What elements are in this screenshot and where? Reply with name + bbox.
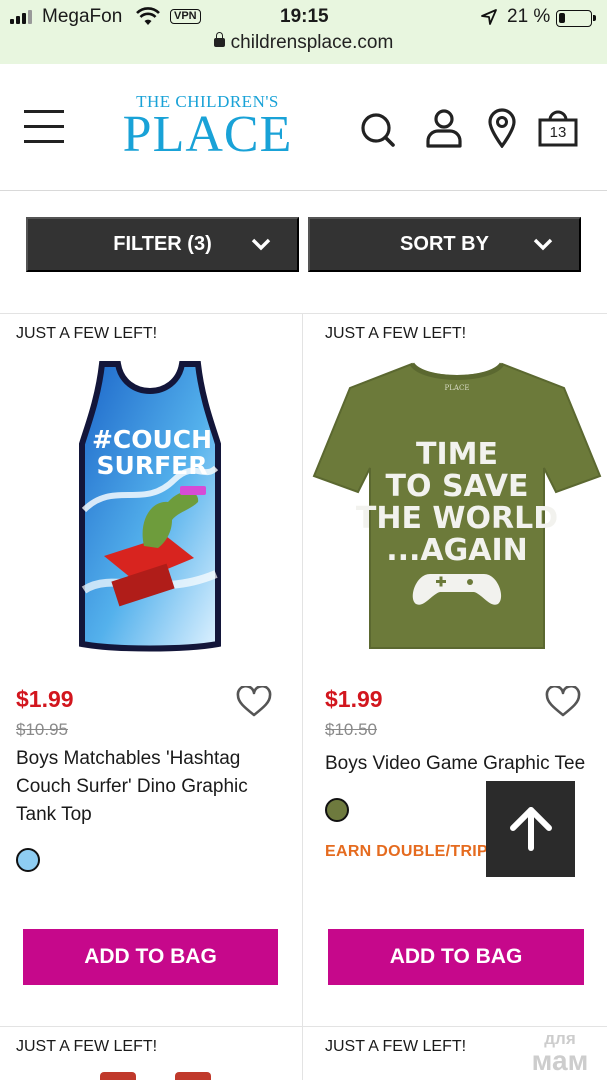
sale-price: $1.99: [16, 686, 74, 712]
color-swatch[interactable]: [16, 848, 40, 872]
image-text: TIME: [416, 437, 498, 472]
video-game-tee-image[interactable]: PLACE TIME TO SAVE THE WORLD ...AGAIN: [312, 358, 602, 654]
wifi-icon: [136, 7, 160, 25]
lock-icon: [213, 32, 225, 47]
grid-divider: [302, 313, 303, 1080]
image-text: THE WORLD: [356, 501, 558, 536]
next-product-image[interactable]: [175, 1072, 211, 1080]
store-locator-icon[interactable]: [486, 108, 518, 148]
search-icon[interactable]: [360, 108, 396, 148]
filter-button[interactable]: FILTER (3): [26, 217, 299, 272]
site-header: THE CHILDREN'S PLACE 13: [0, 64, 607, 191]
sort-label: SORT BY: [400, 233, 489, 255]
heart-icon[interactable]: [236, 686, 272, 718]
status-bar: MegaFon VPN 19:15 21 % childrensplace.co…: [0, 0, 607, 64]
image-text: ...AGAIN: [386, 533, 528, 568]
stock-tag: JUST A FEW LEFT!: [325, 325, 467, 342]
cellular-signal-icon: [10, 10, 32, 24]
stock-tag: JUST A FEW LEFT!: [16, 325, 158, 342]
stock-tag: JUST A FEW LEFT!: [325, 1038, 467, 1055]
heart-icon[interactable]: [545, 686, 581, 718]
image-text: #COUCH: [92, 425, 212, 454]
scroll-to-top-button[interactable]: [486, 781, 575, 877]
logo-main-text: PLACE: [122, 106, 293, 163]
couch-surfer-tank-top-image[interactable]: #COUCH SURFER: [74, 360, 226, 652]
site-logo[interactable]: THE CHILDREN'S PLACE: [120, 92, 295, 163]
shopping-bag-button[interactable]: 13: [538, 108, 578, 148]
watermark-line: мам: [531, 1045, 589, 1076]
product-name-line: Boys Video Game Graphic Tee: [325, 753, 586, 774]
battery-icon: [556, 10, 596, 27]
product-name[interactable]: Boys Video Game Graphic Tee: [325, 750, 600, 778]
grid-divider: [0, 313, 607, 314]
menu-icon[interactable]: [24, 110, 64, 143]
product-name-line: Tank Top: [16, 804, 92, 825]
product-name[interactable]: Boys Matchables 'Hashtag Couch Surfer' D…: [16, 745, 286, 829]
image-text: SURFER: [97, 451, 208, 480]
clock: 19:15: [280, 6, 329, 27]
next-product-image[interactable]: [100, 1072, 136, 1080]
promo-text: EARN DOUBLE/TRIP: [325, 843, 489, 860]
vpn-badge: VPN: [170, 9, 201, 24]
original-price: $10.95: [16, 720, 68, 739]
chevron-down-icon: [251, 238, 271, 251]
add-to-bag-label: ADD TO BAG: [84, 945, 217, 968]
chevron-down-icon: [533, 238, 553, 251]
stock-tag: JUST A FEW LEFT!: [16, 1038, 158, 1055]
url-text: childrensplace.com: [230, 32, 394, 53]
sort-button[interactable]: SORT BY: [308, 217, 581, 272]
bag-count: 13: [549, 124, 567, 141]
image-text: PLACE: [445, 384, 470, 392]
watermark: для мам: [520, 1028, 600, 1076]
address-bar[interactable]: childrensplace.com: [0, 32, 607, 54]
product-name-line: Boys Matchables 'Hashtag: [16, 748, 241, 769]
account-icon[interactable]: [425, 108, 463, 148]
color-swatch[interactable]: [325, 798, 349, 822]
add-to-bag-label: ADD TO BAG: [389, 945, 523, 968]
sale-price: $1.99: [325, 686, 383, 712]
location-arrow-icon: [481, 9, 497, 25]
battery-percent: 21 %: [507, 6, 551, 27]
original-price: $10.50: [325, 720, 377, 739]
product-name-line: Couch Surfer' Dino Graphic: [16, 776, 248, 797]
grid-divider: [0, 1026, 607, 1027]
carrier-name: MegaFon: [42, 6, 123, 27]
add-to-bag-button[interactable]: ADD TO BAG: [328, 929, 584, 985]
arrow-up-icon: [510, 807, 552, 851]
filter-label: FILTER (3): [113, 233, 212, 255]
add-to-bag-button[interactable]: ADD TO BAG: [23, 929, 278, 985]
image-text: TO SAVE: [386, 469, 529, 504]
